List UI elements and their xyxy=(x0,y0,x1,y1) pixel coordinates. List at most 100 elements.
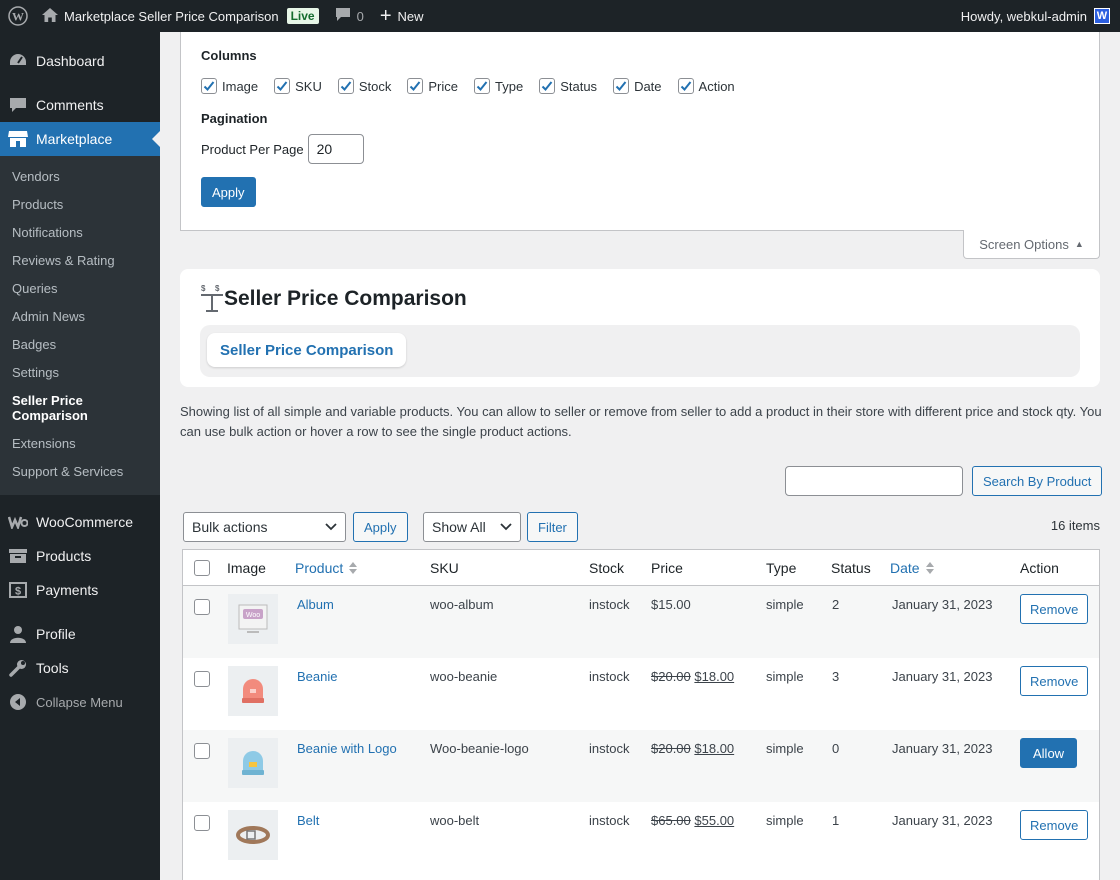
menu-dashboard[interactable]: Dashboard xyxy=(0,44,160,78)
submenu-settings[interactable]: Settings xyxy=(0,359,160,387)
marketplace-submenu: Vendors Products Notifications Reviews &… xyxy=(0,156,160,495)
column-header-image: Image xyxy=(227,560,266,576)
column-header-sku: SKU xyxy=(430,560,459,576)
submenu-support-services[interactable]: Support & Services xyxy=(0,458,160,486)
column-header-product[interactable]: Product xyxy=(295,550,358,586)
wordpress-logo-icon[interactable]: W xyxy=(0,0,36,32)
submenu-vendors[interactable]: Vendors xyxy=(0,163,160,191)
remove-button[interactable]: Remove xyxy=(1020,666,1089,696)
product-name-link[interactable]: Album xyxy=(297,597,334,613)
submenu-seller-price-comparison[interactable]: Seller Price Comparison xyxy=(0,387,160,430)
column-option-status[interactable]: Status xyxy=(539,78,597,94)
bulk-apply-button[interactable]: Apply xyxy=(353,512,408,542)
wrench-icon xyxy=(8,658,28,678)
column-option-image[interactable]: Image xyxy=(201,78,258,94)
checkbox-checked[interactable] xyxy=(677,78,694,94)
column-option-action[interactable]: Action xyxy=(677,78,735,94)
sku-cell: woo-album xyxy=(430,597,494,612)
columns-heading: Columns xyxy=(201,48,257,63)
avatar: W xyxy=(1094,8,1110,24)
search-by-product-button[interactable]: Search By Product xyxy=(972,466,1103,496)
checkbox-checked[interactable] xyxy=(474,78,491,94)
account-menu[interactable]: Howdy, webkul-admin W xyxy=(953,0,1120,32)
product-thumbnail[interactable] xyxy=(228,738,278,788)
submenu-products[interactable]: Products xyxy=(0,191,160,219)
column-option-label: Action xyxy=(698,78,735,94)
checkbox-checked[interactable] xyxy=(274,78,291,94)
new-content-link[interactable]: + New xyxy=(372,0,432,32)
stock-cell: instock xyxy=(589,813,630,828)
menu-profile[interactable]: Profile xyxy=(0,617,160,651)
product-name-link[interactable]: Beanie xyxy=(297,669,337,685)
product-thumbnail[interactable] xyxy=(228,666,278,716)
tab-seller-price-comparison[interactable]: Seller Price Comparison xyxy=(207,333,407,367)
checkbox-checked[interactable] xyxy=(201,78,217,94)
product-name-link[interactable]: Beanie with Logo xyxy=(297,741,397,757)
column-header-date[interactable]: Date xyxy=(890,550,935,586)
show-filter-select[interactable]: Show All xyxy=(423,512,521,542)
remove-button[interactable]: Remove xyxy=(1020,810,1089,840)
row-checkbox[interactable] xyxy=(194,599,210,615)
checkbox-checked[interactable] xyxy=(613,78,630,94)
comment-bubble-icon xyxy=(335,7,351,25)
product-name-link[interactable]: Belt xyxy=(297,813,319,829)
page-description: Showing list of all simple and variable … xyxy=(180,404,1102,439)
price-cell: $65.00 $55.00 xyxy=(651,813,734,829)
column-header-type: Type xyxy=(766,560,797,576)
submenu-reviews-rating[interactable]: Reviews & Rating xyxy=(0,247,160,275)
column-header-stock: Stock xyxy=(589,560,625,576)
row-checkbox[interactable] xyxy=(194,815,210,831)
collapse-menu-button[interactable]: Collapse Menu xyxy=(0,685,160,719)
chevron-down-icon xyxy=(325,523,337,531)
column-option-date[interactable]: Date xyxy=(613,78,662,94)
column-option-label: Image xyxy=(222,78,259,94)
submenu-admin-news[interactable]: Admin News xyxy=(0,303,160,331)
allow-button[interactable]: Allow xyxy=(1020,738,1078,768)
menu-payments[interactable]: $ Payments xyxy=(0,573,160,607)
menu-products[interactable]: Products xyxy=(0,539,160,573)
submenu-badges[interactable]: Badges xyxy=(0,331,160,359)
type-cell: simple xyxy=(766,741,804,756)
screen-options-toggle[interactable]: Screen Options ▲ xyxy=(963,230,1100,259)
column-option-price[interactable]: Price xyxy=(407,78,458,94)
price-cell: $20.00 $18.00 xyxy=(651,669,734,685)
product-search-input[interactable] xyxy=(785,466,963,496)
pagination-heading: Pagination xyxy=(201,111,268,126)
submenu-extensions[interactable]: Extensions xyxy=(0,430,160,458)
site-name-link[interactable]: Marketplace Seller Price Comparison Live xyxy=(36,0,327,32)
page-title-row: $ $ Seller Price Comparison xyxy=(200,283,1080,315)
submenu-queries[interactable]: Queries xyxy=(0,275,160,303)
per-page-label: Product Per Page xyxy=(201,141,304,157)
menu-comments[interactable]: Comments xyxy=(0,88,160,122)
filter-button[interactable]: Filter xyxy=(527,512,578,542)
column-option-sku[interactable]: SKU xyxy=(274,78,322,94)
product-thumbnail[interactable]: Woo xyxy=(228,594,278,644)
column-option-type[interactable]: Type xyxy=(474,78,523,94)
checkbox-checked[interactable] xyxy=(337,78,354,94)
select-all-checkbox[interactable] xyxy=(194,550,210,586)
remove-button[interactable]: Remove xyxy=(1020,594,1089,624)
plus-icon: + xyxy=(379,5,392,27)
column-option-stock[interactable]: Stock xyxy=(337,78,391,94)
show-filter-value: Show All xyxy=(432,519,486,535)
menu-label: Payments xyxy=(36,582,99,598)
screen-options-apply-button[interactable]: Apply xyxy=(201,177,256,207)
comments-link[interactable]: 0 xyxy=(327,0,372,32)
per-page-input[interactable]: 20 xyxy=(307,134,364,164)
checkbox-checked[interactable] xyxy=(539,78,556,94)
product-thumbnail[interactable] xyxy=(228,810,278,860)
site-title: Marketplace Seller Price Comparison xyxy=(64,8,279,24)
row-checkbox[interactable] xyxy=(194,743,210,759)
row-checkbox[interactable] xyxy=(194,671,210,687)
screen-options-toggle-label: Screen Options xyxy=(979,236,1069,252)
products-table: Image Product SKU Stock Price Type Statu… xyxy=(182,549,1100,880)
submenu-notifications[interactable]: Notifications xyxy=(0,219,160,247)
menu-tools[interactable]: Tools xyxy=(0,651,160,685)
menu-marketplace[interactable]: Marketplace xyxy=(0,122,160,156)
bulk-actions-select[interactable]: Bulk actions xyxy=(183,512,346,542)
checkbox-checked[interactable] xyxy=(407,78,424,94)
menu-woocommerce[interactable]: WooCommerce xyxy=(0,505,160,539)
belt-image-icon xyxy=(236,826,270,844)
page-header-card: $ $ Seller Price Comparison Seller Price … xyxy=(180,269,1100,387)
regular-price: $20.00 xyxy=(651,669,691,684)
